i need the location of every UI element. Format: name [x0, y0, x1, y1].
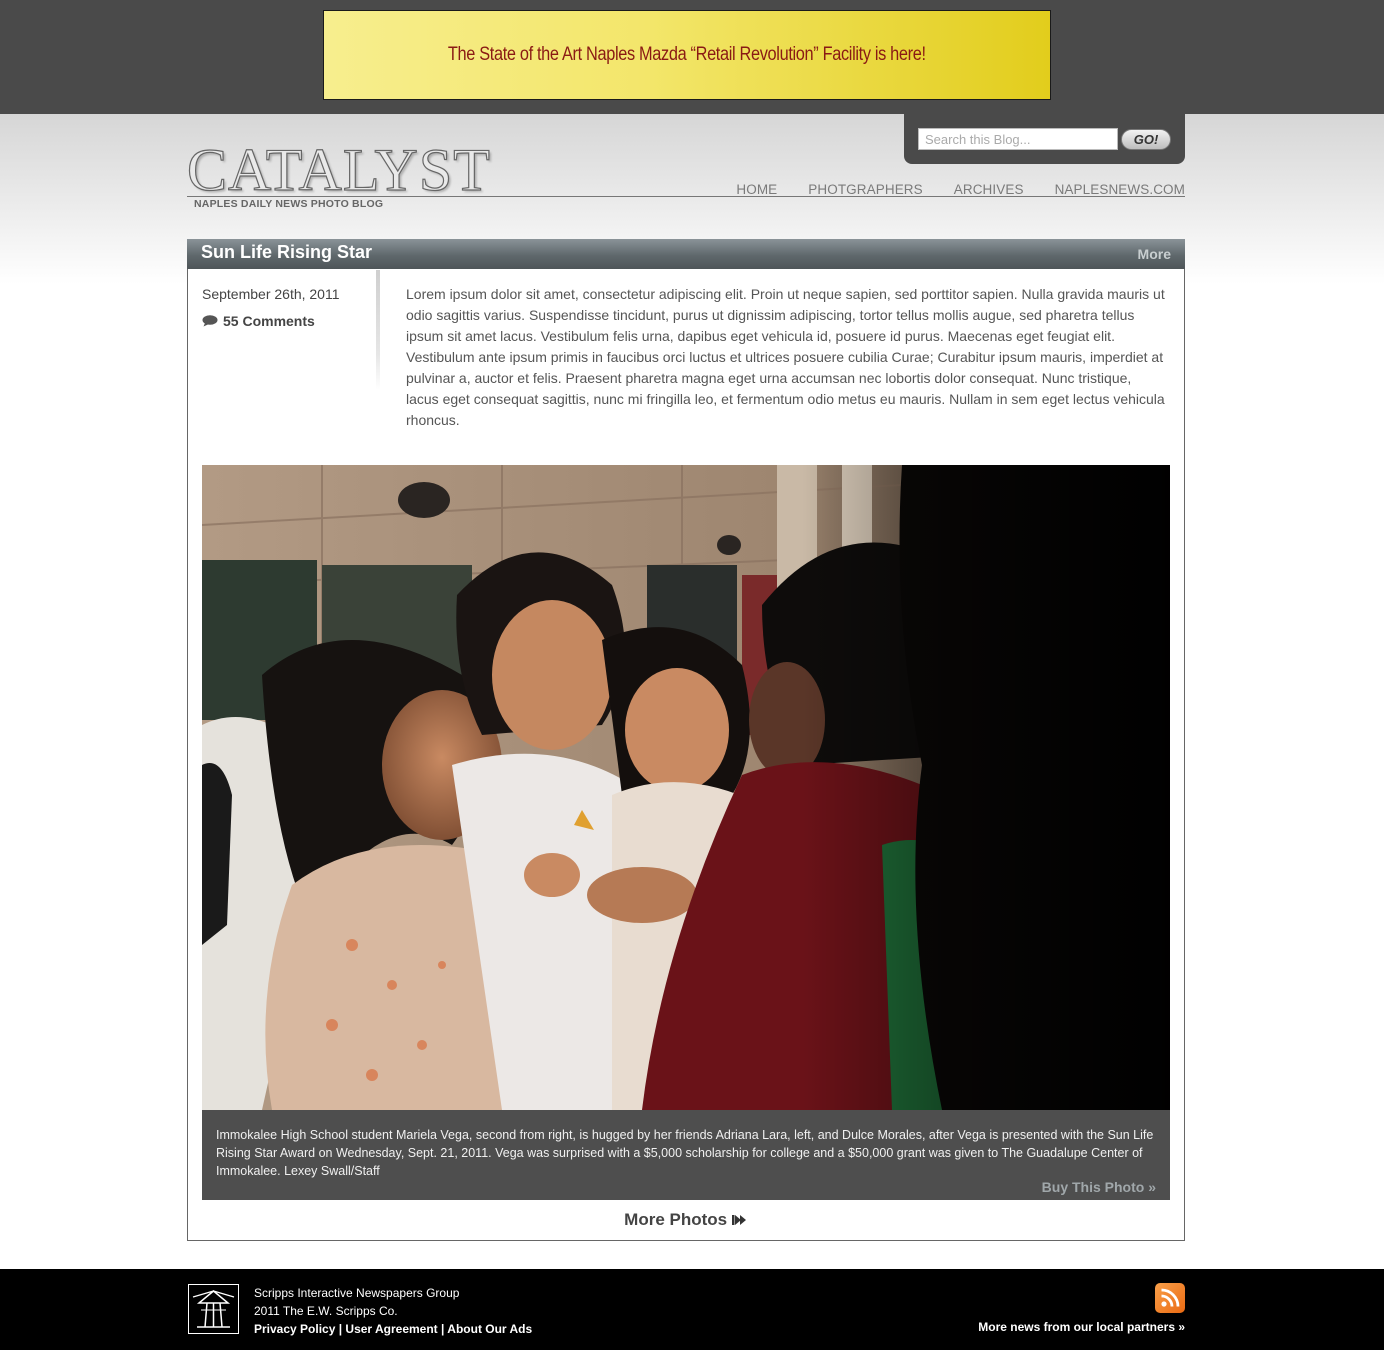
post-more-link[interactable]: More — [1138, 246, 1171, 262]
user-agreement-link[interactable]: User Agreement — [345, 1322, 437, 1336]
more-photos-link[interactable]: More Photos — [188, 1210, 1184, 1230]
photo-caption-text: Immokalee High School student Mariela Ve… — [216, 1128, 1154, 1178]
comments-link[interactable]: 55 Comments — [202, 313, 315, 329]
post-title[interactable]: Sun Life Rising Star — [201, 242, 372, 263]
speech-bubble-icon — [202, 315, 218, 327]
buy-photo-link[interactable]: Buy This Photo » — [1042, 1179, 1156, 1195]
post-title-bar: Sun Life Rising Star More — [187, 239, 1185, 269]
comments-count: 55 Comments — [223, 313, 315, 329]
site-footer: Scripps Interactive Newspapers Group 201… — [0, 1269, 1384, 1350]
scripps-logo-glyph — [192, 1290, 235, 1328]
post-body-text: Lorem ipsum dolor sit amet, consectetur … — [406, 286, 1165, 428]
about-our-ads-link[interactable]: About Our Ads — [447, 1322, 532, 1336]
nav-photographers[interactable]: PHOTGRAPHERS — [808, 182, 922, 197]
nav-home[interactable]: HOME — [736, 182, 777, 197]
rss-feed-icon[interactable] — [1155, 1283, 1185, 1313]
scripps-lighthouse-logo[interactable] — [188, 1284, 239, 1334]
post-date: September 26th, 2011 — [202, 286, 340, 302]
ad-banner-text: The State of the Art Naples Mazda “Retai… — [448, 44, 926, 65]
nav-archives[interactable]: ARCHIVES — [954, 182, 1024, 197]
photo-caption: Immokalee High School student Mariela Ve… — [202, 1110, 1170, 1200]
more-news-link[interactable]: More news from our local partners » — [978, 1320, 1185, 1334]
search-panel: GO! — [904, 114, 1185, 164]
logo-wordmark: CATALYST — [186, 137, 491, 203]
post-photo[interactable] — [202, 465, 1170, 1110]
site-subtitle: NAPLES DAILY NEWS PHOTO BLOG — [194, 198, 384, 210]
search-go-button[interactable]: GO! — [1121, 129, 1171, 150]
top-ad-band: The State of the Art Naples Mazda “Retai… — [0, 0, 1384, 114]
post-meta: September 26th, 2011 55 Comments — [188, 270, 380, 390]
footer-line-2: 2011 The E.W. Scripps Co. — [254, 1304, 398, 1318]
more-photos-label: More Photos — [624, 1210, 728, 1229]
footer-text: Scripps Interactive Newspapers Group 201… — [254, 1284, 532, 1338]
double-arrow-right-icon — [731, 1215, 746, 1225]
blog-post: Sun Life Rising Star More September 26th… — [187, 239, 1185, 1241]
nav-naplesnews[interactable]: NAPLESNEWS.COM — [1055, 182, 1185, 197]
footer-links: Privacy Policy | User Agreement | About … — [254, 1322, 533, 1336]
footer-line-1: Scripps Interactive Newspapers Group — [254, 1286, 460, 1300]
ad-banner[interactable]: The State of the Art Naples Mazda “Retai… — [323, 10, 1051, 100]
rss-glyph — [1161, 1288, 1180, 1307]
search-input[interactable] — [918, 128, 1118, 150]
privacy-policy-link[interactable]: Privacy Policy — [254, 1322, 335, 1336]
main-nav: HOME PHOTGRAPHERS ARCHIVES NAPLESNEWS.CO… — [736, 182, 1185, 197]
post-photo-image — [202, 465, 1170, 1110]
